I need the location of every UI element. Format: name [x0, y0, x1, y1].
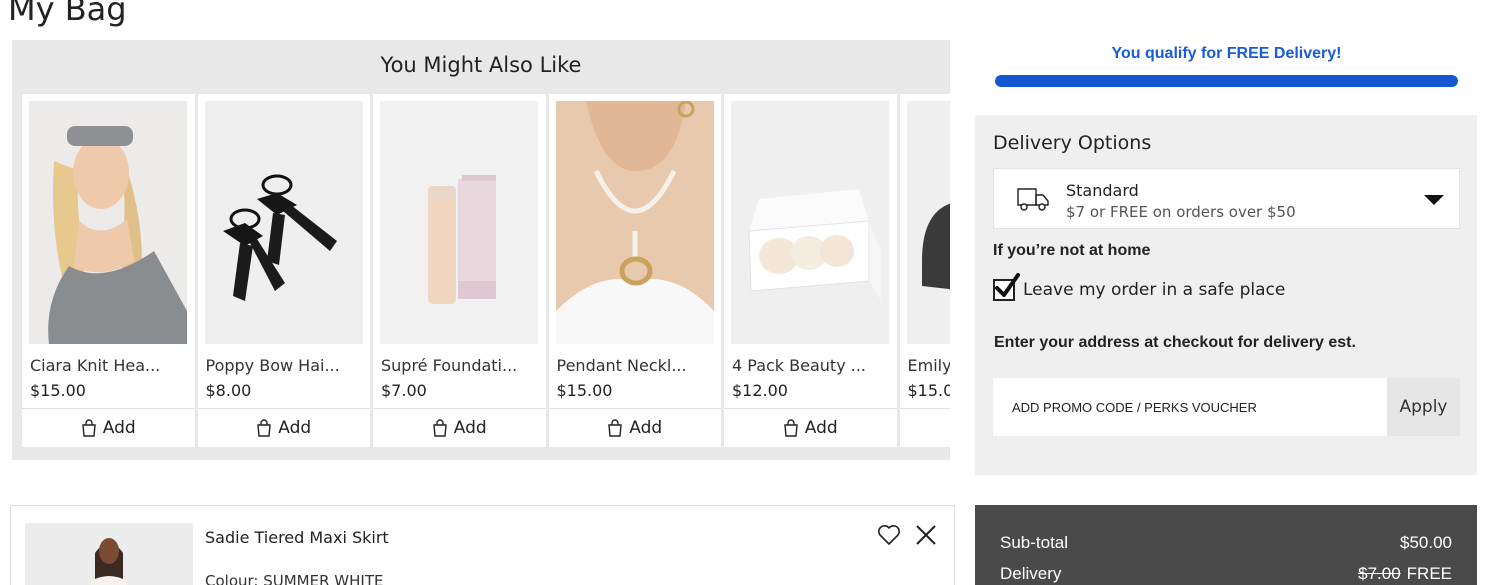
product-price: $8.00 — [205, 381, 252, 400]
product-card[interactable]: 4 Pack Beauty ... $12.00 Add — [724, 94, 897, 447]
product-card[interactable]: Supré Foundati... $7.00 Add — [373, 94, 546, 447]
bag-icon — [433, 419, 447, 437]
bag-icon — [82, 419, 96, 437]
product-image[interactable] — [29, 101, 187, 344]
free-delivery-message: You qualify for FREE Delivery! — [1111, 45, 1342, 62]
subtotal-label: Sub-total — [1000, 533, 1069, 552]
delivery-option-select[interactable]: Standard $7 or FREE on orders over $50 — [993, 168, 1460, 229]
add-label: Add — [629, 418, 663, 438]
bag-item: Sadie Tiered Maxi Skirt Colour: SUMMER W… — [10, 505, 955, 585]
heart-icon[interactable] — [877, 524, 901, 546]
add-to-bag-button[interactable]: Add — [22, 408, 195, 447]
bag-icon — [608, 419, 623, 437]
product-price: $7.00 — [381, 381, 427, 400]
apply-promo-button[interactable]: Apply — [1387, 378, 1460, 436]
product-card[interactable]: Pendant Neckl... $15.00 Add — [548, 94, 721, 447]
product-image[interactable] — [380, 101, 538, 344]
add-label: Add — [278, 418, 312, 438]
safe-place-option[interactable]: Leave my order in a safe place — [993, 273, 1286, 304]
delivery-label: Delivery — [1000, 564, 1062, 583]
add-to-bag-button[interactable]: Add — [724, 408, 897, 447]
product-name[interactable]: Ciara Knit Hea... — [30, 356, 160, 375]
delivery-option-description: $7 or FREE on orders over $50 — [1066, 203, 1296, 221]
chevron-down-icon[interactable] — [1424, 195, 1444, 205]
not-home-heading: If you’re not at home — [993, 242, 1151, 259]
add-to-bag-button[interactable]: Add — [373, 408, 546, 447]
delivery-options-title: Delivery Options — [993, 132, 1152, 154]
safe-place-checkbox[interactable] — [993, 273, 1020, 301]
add-to-bag-button[interactable]: Add — [197, 408, 370, 447]
truck-icon — [1017, 188, 1049, 211]
delivery-cost: $7.00 FREE — [1358, 564, 1452, 584]
product-price: $15.0 — [907, 381, 951, 400]
add-to-bag-button[interactable] — [899, 408, 950, 447]
delivery-row: Delivery $7.00 FREE — [1000, 564, 1452, 584]
recommendations-panel: You Might Also Like Ciara Knit Hea... $1… — [12, 40, 950, 460]
checkmark-icon — [995, 273, 1020, 297]
order-summary: Sub-total $50.00 Delivery $7.00 FREE — [975, 505, 1477, 585]
product-name[interactable]: Emily — [908, 356, 951, 375]
free-delivery-progress — [995, 75, 1458, 87]
delivery-original-price: $7.00 — [1358, 564, 1401, 583]
product-price: $15.00 — [556, 381, 613, 400]
product-name[interactable]: Supré Foundati... — [381, 356, 517, 375]
product-card[interactable]: Emily $15.0 — [899, 94, 951, 447]
product-card[interactable]: Ciara Knit Hea... $15.00 Add — [22, 94, 195, 447]
bag-item-name[interactable]: Sadie Tiered Maxi Skirt — [205, 528, 389, 547]
safe-place-label: Leave my order in a safe place — [1023, 280, 1286, 300]
bag-icon — [784, 419, 798, 437]
subtotal-row: Sub-total $50.00 — [1000, 533, 1452, 553]
product-image[interactable] — [906, 101, 950, 344]
recommendations-title: You Might Also Like — [380, 53, 582, 77]
delivery-options-panel: Delivery Options Standard $7 or FREE on … — [975, 115, 1477, 475]
add-to-bag-button[interactable]: Add — [548, 408, 721, 447]
product-price: $12.00 — [732, 381, 788, 400]
add-label: Add — [102, 418, 136, 438]
address-note: Enter your address at checkout for deliv… — [994, 334, 1356, 351]
product-name[interactable]: Pendant Neckl... — [557, 356, 687, 375]
bag-icon — [257, 419, 272, 437]
product-name[interactable]: Poppy Bow Hai... — [206, 356, 340, 375]
progress-fill — [995, 75, 1458, 87]
subtotal-value: $50.00 — [1400, 533, 1452, 552]
add-label: Add — [453, 418, 487, 438]
add-label: Add — [804, 418, 838, 438]
product-card[interactable]: Poppy Bow Hai... $8.00 Add — [197, 94, 370, 447]
product-price: $15.00 — [30, 381, 86, 400]
product-name[interactable]: 4 Pack Beauty ... — [732, 356, 866, 375]
close-icon[interactable] — [914, 523, 938, 547]
promo-code-input[interactable] — [993, 378, 1387, 436]
product-image[interactable] — [555, 101, 714, 344]
delivery-price: FREE — [1406, 564, 1452, 583]
bag-item-image[interactable] — [25, 523, 193, 585]
page-title: My Bag — [8, 0, 127, 28]
product-image[interactable] — [731, 101, 889, 344]
product-image[interactable] — [204, 101, 363, 344]
delivery-option-name: Standard — [1066, 181, 1139, 200]
bag-item-colour: Colour: SUMMER WHITE — [205, 572, 384, 585]
promo-code-form: Apply — [993, 378, 1460, 436]
recommendations-carousel[interactable]: Ciara Knit Hea... $15.00 Add Poppy Bow H… — [22, 94, 950, 447]
